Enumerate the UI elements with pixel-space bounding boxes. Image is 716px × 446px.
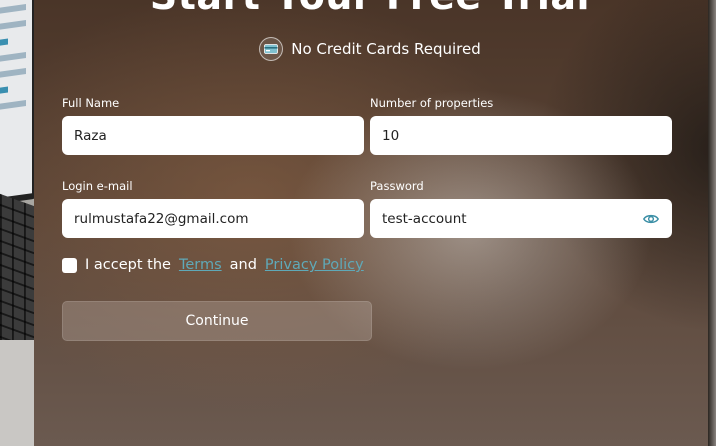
credit-card-icon: [259, 37, 284, 61]
properties-input[interactable]: 10: [370, 116, 672, 155]
eye-icon[interactable]: [642, 210, 660, 228]
email-label: Login e-mail: [62, 179, 133, 193]
properties-field: Number of properties 10: [370, 96, 672, 155]
no-credit-card-note: No Credit Cards Required: [32, 37, 708, 61]
terms-consent: I accept the Terms and Privacy Policy: [62, 257, 364, 273]
properties-label: Number of properties: [370, 96, 494, 110]
password-label: Password: [370, 179, 424, 193]
terms-checkbox[interactable]: [62, 257, 77, 273]
password-input[interactable]: test-account: [370, 199, 672, 238]
full-name-field: Full Name Raza: [62, 96, 364, 155]
subheading-text: No Credit Cards Required: [291, 40, 481, 58]
consent-prefix: I accept the: [85, 257, 171, 273]
email-value: rulmustafa22@gmail.com: [74, 210, 249, 227]
email-input[interactable]: rulmustafa22@gmail.com: [62, 199, 364, 238]
background-edge: [708, 0, 716, 446]
signup-panel: Start Your Free Trial No Credit Cards Re…: [32, 0, 708, 446]
continue-button[interactable]: Continue: [62, 301, 372, 341]
full-name-input[interactable]: Raza: [62, 116, 364, 155]
privacy-policy-link[interactable]: Privacy Policy: [265, 257, 364, 273]
email-field: Login e-mail rulmustafa22@gmail.com: [62, 179, 364, 238]
full-name-value: Raza: [74, 127, 107, 144]
full-name-label: Full Name: [62, 96, 120, 110]
laptop-photo: [0, 0, 34, 446]
terms-link[interactable]: Terms: [179, 257, 222, 273]
password-value: test-account: [382, 210, 467, 227]
password-field: Password test-account: [370, 179, 672, 238]
page-title: Start Your Free Trial: [32, 0, 708, 18]
properties-value: 10: [382, 127, 400, 144]
consent-and: and: [229, 257, 257, 273]
